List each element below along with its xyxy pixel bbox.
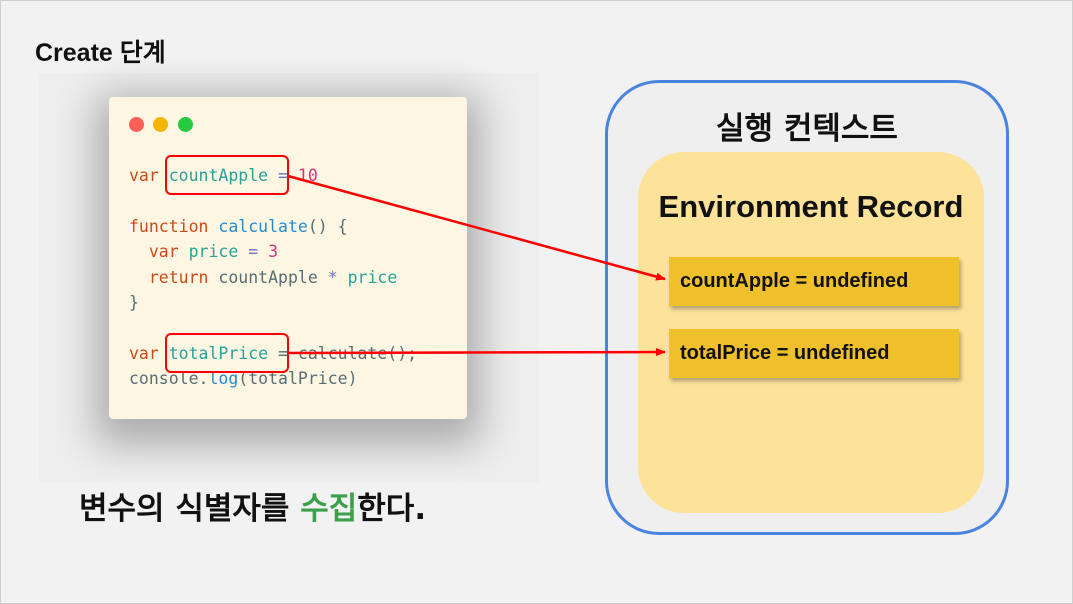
number-literal: 3 — [268, 242, 279, 261]
slide-title: Create 단계 — [35, 39, 166, 67]
code-line-2: function calculate() { — [129, 217, 348, 236]
function-name: calculate — [218, 217, 308, 236]
highlight-box-countapple — [165, 155, 289, 195]
code-line-3: var price = 3 — [129, 242, 278, 261]
environment-record: Environment Record countApple = undefine… — [638, 152, 984, 513]
environment-record-title: Environment Record — [658, 189, 964, 224]
assignment-call: = calculate(); — [268, 344, 418, 363]
keyword-var: var — [148, 242, 179, 261]
function-signature: () { — [307, 217, 348, 236]
operator-multiply: * — [317, 268, 348, 287]
operator-assign: = — [238, 242, 269, 261]
window-minimize-dot — [153, 117, 168, 132]
code-line-5: } — [129, 293, 139, 312]
window-zoom-dot — [178, 117, 193, 132]
caption-accent: 수집 — [300, 491, 358, 527]
identifier-countapple: countApple — [218, 268, 318, 287]
window-close-dot — [129, 117, 144, 132]
record-totalprice: totalPrice = undefined — [669, 329, 959, 378]
code-window: var countApple = 10 function calculate()… — [109, 97, 467, 419]
keyword-var: var — [129, 166, 159, 185]
execution-context-title: 실행 컨텍스트 — [716, 111, 898, 147]
number-literal: 10 — [297, 166, 318, 185]
highlight-box-totalprice — [165, 333, 289, 373]
keyword-return: return — [148, 268, 209, 287]
keyword-function: function — [129, 217, 209, 236]
record-countapple: countApple = undefined — [669, 257, 959, 306]
caption: 변수의 식별자를 수집한다. — [79, 491, 427, 527]
execution-context: 실행 컨텍스트 Environment Record countApple = … — [605, 80, 1009, 535]
identifier-price: price — [347, 268, 398, 287]
identifier-price: price — [188, 242, 239, 261]
code-line-4: return countApple * price — [129, 268, 397, 287]
slide: Create 단계 var countApple = 10 function c… — [0, 0, 1073, 604]
keyword-var: var — [129, 344, 159, 363]
